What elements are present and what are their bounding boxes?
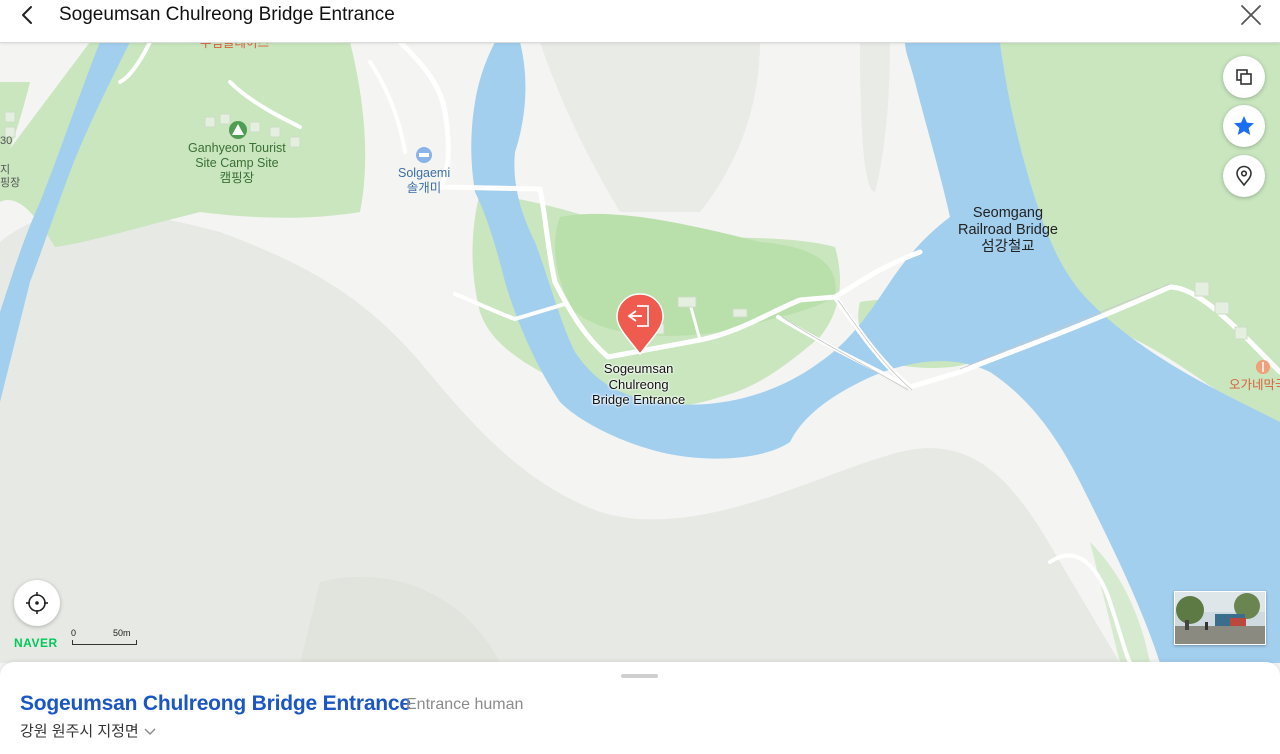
map-label-top-partial: 두럼글레이즈 (200, 42, 270, 50)
close-button[interactable] (1238, 2, 1264, 28)
star-icon (1234, 116, 1254, 135)
map-label-campsite[interactable]: Ganhyeon Tourist Site Camp Site 캠핑장 (188, 141, 286, 186)
close-icon (1241, 5, 1261, 25)
map-view[interactable]: Ganhyeon Tourist Site Camp Site 캠핑장 Solg… (0, 42, 1280, 663)
chevron-down-icon (144, 728, 156, 735)
lodging-icon (416, 147, 432, 163)
place-name[interactable]: Sogeumsan Chulreong Bridge Entrance (20, 692, 411, 716)
restaurant-icon (1256, 360, 1270, 374)
map-label-destination[interactable]: Sogeumsan Chulreong Bridge Entrance (592, 361, 685, 408)
map-label-left-edge: 30 지 핑장 (0, 135, 21, 189)
map-scale-bar: 0 50m (71, 628, 137, 648)
favorite-button[interactable] (1223, 105, 1265, 147)
page-title: Sogeumsan Chulreong Bridge Entrance (59, 4, 395, 25)
locate-me-button[interactable] (14, 580, 60, 626)
map-label-restaurant[interactable]: 오가네막국 (1229, 378, 1280, 393)
campsite-icon (229, 121, 247, 139)
scale-line (72, 640, 137, 645)
map-layers-button[interactable] (1223, 56, 1265, 98)
top-bar: Sogeumsan Chulreong Bridge Entrance (0, 0, 1280, 43)
place-category: Entrance human (406, 696, 524, 713)
pin-button[interactable] (1223, 155, 1265, 197)
street-view-image (1175, 592, 1265, 644)
map-label-railroad-bridge[interactable]: Seomgang Railroad Bridge 섬강철교 (958, 205, 1058, 256)
address-text: 강원 원주시 지정면 (20, 723, 139, 740)
address-dropdown[interactable]: 강원 원주시 지정면 (20, 723, 157, 741)
layers-icon (1236, 69, 1252, 85)
sheet-drag-handle[interactable] (621, 674, 658, 678)
street-view-thumbnail[interactable] (1174, 591, 1266, 645)
location-pin-icon (1236, 165, 1252, 187)
crosshair-icon (26, 592, 48, 614)
map-canvas (0, 42, 1280, 663)
chevron-left-icon (22, 6, 32, 24)
place-info-sheet[interactable]: Sogeumsan Chulreong Bridge Entrance Entr… (0, 662, 1280, 754)
back-button[interactable] (14, 2, 42, 30)
scale-start-label: 0 (71, 628, 77, 638)
map-label-solgaemi[interactable]: Solgaemi 솔개미 (398, 166, 450, 196)
scale-end-label: 50m (113, 628, 131, 638)
naver-logo: NAVER (14, 636, 58, 650)
